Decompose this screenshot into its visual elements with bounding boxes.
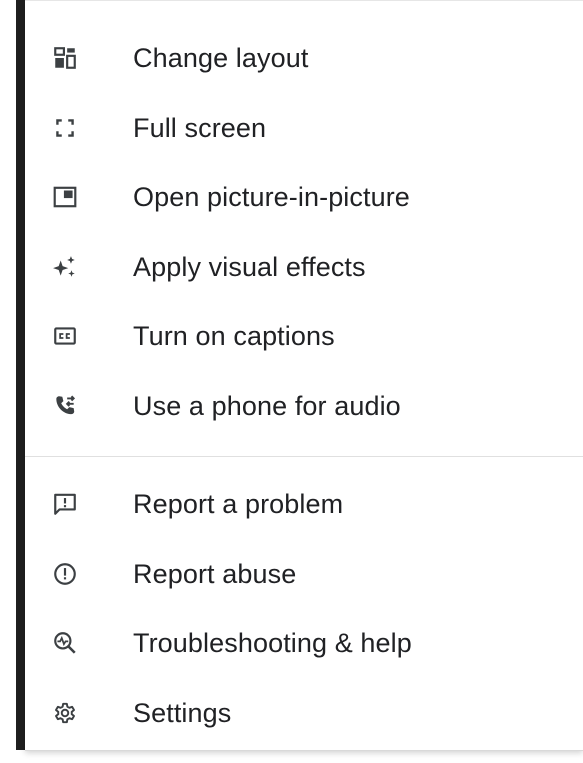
menu-item-label: Troubleshooting & help (133, 627, 412, 658)
menu-item-label: Open picture-in-picture (133, 181, 410, 212)
menu-item-change-layout[interactable]: Change layout (25, 27, 583, 89)
menu-item-full-screen[interactable]: Full screen (25, 97, 583, 159)
phone-audio-icon (51, 392, 79, 420)
menu-item-report-abuse[interactable]: Report abuse (25, 543, 583, 605)
menu-top-border (25, 0, 583, 1)
closed-captions-icon (51, 322, 79, 350)
report-abuse-icon (51, 560, 79, 588)
menu-item-label: Settings (133, 697, 232, 728)
screenshot-frame: Change layout Full screen Open picture-i… (0, 0, 583, 763)
picture-in-picture-icon (51, 183, 79, 211)
menu-item-turn-on-captions[interactable]: Turn on captions (25, 305, 583, 367)
menu-item-label: Report abuse (133, 558, 297, 589)
menu-item-label: Change layout (133, 42, 309, 73)
window-left-edge (16, 0, 25, 750)
more-options-menu: Change layout Full screen Open picture-i… (25, 0, 583, 751)
full-screen-icon (51, 114, 79, 142)
menu-item-settings[interactable]: Settings (25, 682, 583, 744)
troubleshooting-icon (51, 629, 79, 657)
menu-item-use-phone-for-audio[interactable]: Use a phone for audio (25, 375, 583, 437)
menu-item-label: Use a phone for audio (133, 390, 401, 421)
menu-item-label: Turn on captions (133, 320, 335, 351)
menu-divider (25, 456, 583, 457)
menu-item-apply-visual-effects[interactable]: Apply visual effects (25, 236, 583, 298)
menu-item-report-a-problem[interactable]: Report a problem (25, 473, 583, 535)
report-problem-icon (51, 490, 79, 518)
menu-item-troubleshooting-help[interactable]: Troubleshooting & help (25, 612, 583, 674)
settings-gear-icon (51, 699, 79, 727)
menu-item-picture-in-picture[interactable]: Open picture-in-picture (25, 166, 583, 228)
visual-effects-sparkle-icon (51, 253, 79, 281)
menu-item-label: Apply visual effects (133, 251, 366, 282)
menu-item-label: Report a problem (133, 488, 344, 519)
menu-item-label: Full screen (133, 112, 267, 143)
change-layout-icon (51, 44, 79, 72)
